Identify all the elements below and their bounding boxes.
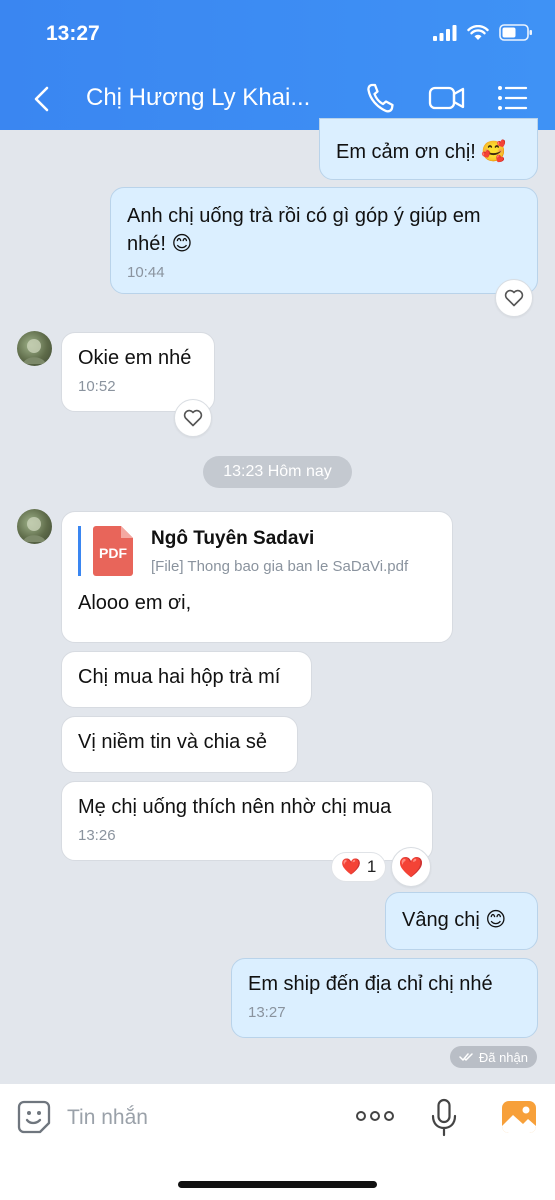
status-time: 13:27 xyxy=(46,22,100,45)
message-input[interactable]: Tin nhắn xyxy=(67,1106,148,1130)
heart-reaction-button[interactable]: ❤️ xyxy=(391,847,431,887)
message-text: Okie em nhé xyxy=(78,347,192,369)
message-time: 13:27 xyxy=(248,1004,286,1021)
image-gallery-icon[interactable] xyxy=(501,1100,537,1134)
file-description: [File] Thong bao gia ban le SaDaVi.pdf xyxy=(151,557,409,575)
message-text: Mẹ chị uống thích nên nhờ chị mua xyxy=(78,796,392,818)
date-separator: 13:23 Hôm nay xyxy=(203,456,352,488)
like-reaction-button[interactable] xyxy=(174,399,212,437)
delivery-status-text: Đã nhận xyxy=(478,1049,528,1065)
message-text: Vâng chị 😊 xyxy=(402,909,507,931)
delivery-status-badge: Đã nhận xyxy=(449,1046,537,1068)
home-indicator xyxy=(178,1181,377,1188)
chat-header: 13:27 Chị Hương Ly Khai... xyxy=(0,0,555,130)
outgoing-message[interactable]: Em ship đến địa chỉ chị nhé 13:27 xyxy=(231,958,538,1038)
double-check-icon xyxy=(459,1053,473,1061)
incoming-message[interactable]: Vị niềm tin và chia sẻ xyxy=(61,716,298,773)
dot-icon xyxy=(356,1111,366,1121)
cellular-signal-icon xyxy=(433,24,457,41)
reaction-count: 1 xyxy=(366,857,377,876)
message-text: Vị niềm tin và chia sẻ xyxy=(78,731,267,753)
message-text: Alooo em ơi, xyxy=(78,592,192,614)
pdf-file-icon: PDF xyxy=(93,526,133,576)
message-text-line: Anh chị uống trà rồi có gì góp ý giúp em xyxy=(127,205,481,227)
dot-icon xyxy=(384,1111,394,1121)
heart-outline-icon xyxy=(183,409,203,427)
message-time: 10:52 xyxy=(78,378,116,395)
wifi-icon xyxy=(467,24,489,40)
sticker-emoji-icon[interactable] xyxy=(16,1099,52,1135)
outgoing-message[interactable]: Vâng chị 😊 xyxy=(385,892,538,950)
like-reaction-button[interactable] xyxy=(495,279,533,317)
outgoing-message[interactable]: Anh chị uống trà rồi có gì góp ý giúp em… xyxy=(110,187,538,294)
contact-avatar[interactable] xyxy=(17,331,52,366)
dot-icon xyxy=(370,1111,380,1121)
message-text-line: nhé! 😊 xyxy=(127,233,193,255)
message-text: Chị mua hai hộp trà mí xyxy=(78,666,281,688)
phone-call-icon[interactable] xyxy=(365,80,397,116)
back-icon[interactable] xyxy=(28,82,56,116)
reaction-summary[interactable]: ❤️ 1 xyxy=(331,852,387,882)
outgoing-message[interactable]: Em cảm ơn chị! 🥰 xyxy=(319,118,538,180)
message-time: 10:44 xyxy=(127,264,165,281)
message-time: 13:26 xyxy=(78,827,116,844)
filled-heart-icon: ❤️ xyxy=(398,856,424,879)
menu-list-icon[interactable] xyxy=(496,80,528,116)
quoted-file-card[interactable]: PDF Ngô Tuyên Sadavi [File] Thong bao gi… xyxy=(78,526,436,576)
microphone-icon[interactable] xyxy=(430,1098,458,1138)
battery-icon xyxy=(499,24,532,41)
file-info: Ngô Tuyên Sadavi [File] Thong bao gia ba… xyxy=(151,528,408,575)
incoming-message[interactable]: PDF Ngô Tuyên Sadavi [File] Thong bao gi… xyxy=(61,511,453,643)
file-sender-name: Ngô Tuyên Sadavi xyxy=(151,527,315,549)
message-text: Em ship đến địa chỉ chị nhé xyxy=(248,973,493,995)
status-icons xyxy=(433,24,533,41)
incoming-message[interactable]: Chị mua hai hộp trà mí xyxy=(61,651,312,708)
more-options-button[interactable] xyxy=(356,1111,394,1121)
contact-avatar[interactable] xyxy=(17,509,52,544)
message-text: Em cảm ơn chị! 🥰 xyxy=(336,141,507,163)
video-call-icon[interactable] xyxy=(428,80,466,116)
heart-reaction-emoji: ❤️ xyxy=(341,859,361,876)
chat-title[interactable]: Chị Hương Ly Khai... xyxy=(86,84,310,112)
pdf-label: PDF xyxy=(99,545,127,561)
heart-outline-icon xyxy=(504,289,524,307)
incoming-message[interactable]: Mẹ chị uống thích nên nhờ chị mua 13:26 xyxy=(61,781,433,861)
